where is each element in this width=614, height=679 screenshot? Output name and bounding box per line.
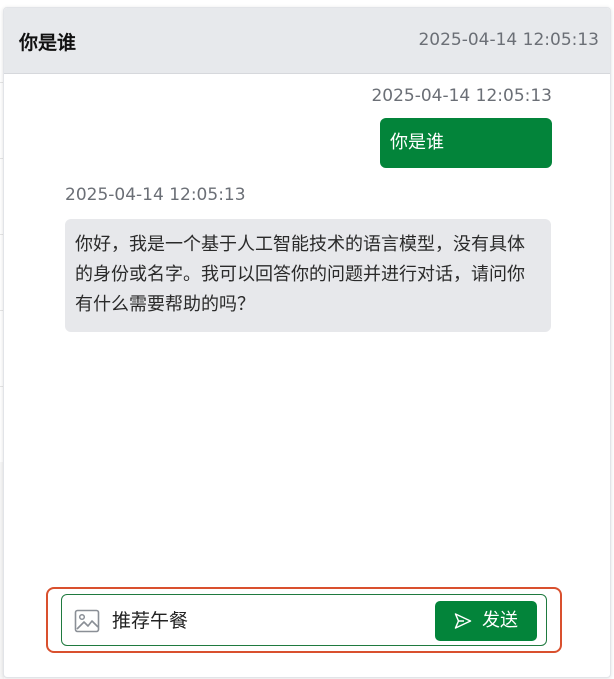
chat-timestamp: 2025-04-14 12:05:13 — [418, 30, 599, 50]
page: 你是谁 2025-04-14 12:05:13 2025-04-14 12:05… — [0, 0, 614, 679]
user-message-timestamp: 2025-04-14 12:05:13 — [371, 86, 552, 106]
send-icon — [454, 613, 472, 629]
chat-title: 你是谁 — [19, 32, 77, 54]
assistant-message-timestamp: 2025-04-14 12:05:13 — [65, 185, 246, 205]
image-icon[interactable] — [74, 608, 100, 634]
send-button-label: 发送 — [482, 610, 518, 631]
message-input[interactable] — [112, 608, 412, 630]
user-message-bubble: 你是谁 — [380, 118, 552, 168]
send-button[interactable]: 发送 — [435, 601, 537, 641]
chat-window: 你是谁 2025-04-14 12:05:13 2025-04-14 12:05… — [3, 7, 611, 678]
assistant-message-bubble: 你好，我是一个基于人工智能技术的语言模型，没有具体的身份或名字。我可以回答你的问… — [65, 219, 551, 332]
chat-header: 你是谁 2025-04-14 12:05:13 — [4, 8, 610, 74]
